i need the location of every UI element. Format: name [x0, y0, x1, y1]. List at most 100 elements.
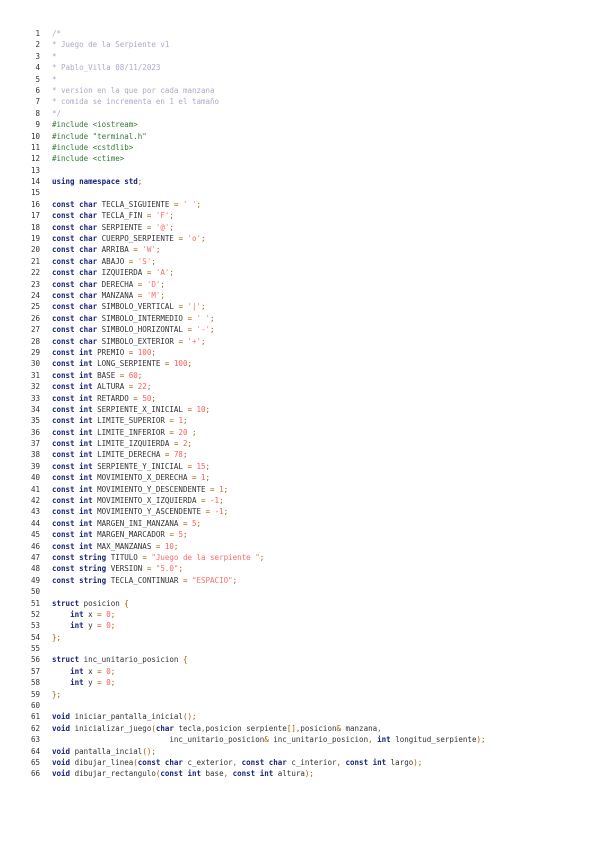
code-text: const int LIMITE_INFERIOR = 20 ;	[52, 427, 197, 438]
code-text: const int MOVIMIENTO_X_IZQUIERDA = -1;	[52, 495, 224, 506]
code-token: ;	[210, 313, 215, 323]
code-token: const int	[52, 382, 98, 392]
code-text: const int MARGEN_INI_MANZANA = 5;	[52, 518, 201, 529]
code-token: =	[182, 518, 192, 528]
line-number: 17	[30, 211, 40, 221]
code-token: const int	[52, 484, 98, 494]
code-token: int	[70, 609, 89, 619]
code-token: MOVIMIENTO_Y_ASCENDENTE	[97, 507, 206, 517]
line-number: 57	[30, 666, 40, 676]
code-token: y	[88, 678, 98, 688]
code-token: =	[146, 222, 156, 232]
code-token: const char	[52, 336, 102, 346]
code-text: const int LIMITE_IZQUIERDA = 2;	[52, 438, 192, 449]
code-token: *	[52, 74, 57, 84]
code-token: const char	[52, 290, 102, 300]
code-text: const int MOVIMIENTO_Y_DESCENDENTE = 1;	[52, 484, 228, 495]
code-line: 7 * comida se incrementa en 1 el tamaño	[0, 96, 599, 107]
code-token: 100	[173, 359, 188, 369]
code-token: const string	[52, 552, 111, 562]
code-line: 37 const int LIMITE_IZQUIERDA = 2;	[0, 438, 599, 449]
code-text: const char TECLA_SIGUIENTE = ' ';	[52, 199, 201, 210]
code-token: =	[173, 199, 183, 209]
code-text: const int MARGEN_MARCADOR = 5;	[52, 529, 187, 540]
code-line: 35 const int LIMITE_SUPERIOR = 1;	[0, 415, 599, 426]
code-token: "Juego de la serpiente "	[151, 552, 260, 562]
code-line: 44 const int MARGEN_INI_MANZANA = 5;	[0, 518, 599, 529]
code-token: const char	[52, 279, 102, 289]
code-text: const int MOVIMIENTO_Y_ASCENDENTE = -1;	[52, 506, 228, 517]
code-token: struct	[52, 598, 84, 608]
code-token: 'F'	[155, 211, 170, 221]
code-line: 9 #include <iostream>	[0, 119, 599, 130]
code-token: base	[205, 769, 224, 779]
code-token: [],	[286, 723, 301, 733]
code-line: 49 const string TECLA_CONTINUAR = "ESPACI…	[0, 575, 599, 586]
code-token: int	[70, 621, 89, 631]
code-text: void dibujar_linea(const char c_exterior…	[52, 757, 422, 768]
code-text: struct posicion {	[52, 598, 129, 609]
code-text: int y = 0;	[52, 620, 115, 631]
code-line: 1 /*	[0, 28, 599, 39]
code-token: MARGEN_MARCADOR	[97, 530, 170, 540]
code-text: struct inc_unitario_posicion {	[52, 654, 187, 665]
code-token: 'S'	[137, 256, 152, 266]
code-token: const char	[52, 302, 102, 312]
code-token: ;	[201, 336, 206, 346]
line-number: 49	[30, 575, 40, 585]
code-text: #include "terminal.h"	[52, 131, 147, 142]
code-line: 60	[0, 700, 599, 711]
code-token: 'M'	[146, 290, 161, 300]
code-line: 4 * Pablo_Villa 08/11/2023	[0, 62, 599, 73]
code-text: */	[52, 108, 61, 119]
code-token: MOVIMIENTO_X_DERECHA	[97, 473, 192, 483]
code-line: 8 */	[0, 108, 599, 119]
code-token: const int	[52, 393, 98, 403]
code-token: largo	[390, 758, 414, 767]
code-token: const int	[52, 416, 98, 426]
code-token: 10	[164, 541, 174, 551]
code-token: =	[133, 393, 143, 403]
code-line: 2 * Juego de la Serpiente v1	[0, 39, 599, 50]
code-token: TECLA_CONTINUAR	[110, 575, 183, 585]
code-text: const char IZQUIERDA = 'A';	[52, 267, 174, 278]
code-text: const char ABAJO = 'S';	[52, 256, 156, 267]
code-text: using namespace std;	[52, 176, 142, 187]
code-text: #include <cstdlib>	[52, 142, 133, 153]
line-number: 16	[30, 199, 40, 209]
code-token: 22	[137, 382, 147, 392]
code-token: =	[191, 473, 202, 483]
code-text: int x = 0;	[52, 666, 115, 677]
code-line: 57 int x = 0;	[0, 666, 599, 677]
code-line: 56 struct inc_unitario_posicion {	[0, 654, 599, 665]
line-number: 40	[30, 473, 40, 483]
code-token: '|'	[187, 302, 202, 312]
code-token: ;	[151, 256, 156, 266]
code-token: ;	[191, 427, 197, 437]
code-token: ;	[196, 518, 202, 528]
code-line: 46 const int MAX_MANZANAS = 10;	[0, 541, 599, 552]
code-line: 3 *	[0, 51, 599, 62]
code-token: ;	[187, 439, 192, 449]
code-token: "5.0"	[155, 564, 179, 574]
code-text: #include <ctime>	[52, 153, 124, 164]
line-number: 22	[30, 268, 40, 278]
code-token: ;	[196, 199, 202, 209]
code-line: 21 const char ABAJO = 'S';	[0, 256, 599, 267]
code-line: 29 const int PREMIO = 100;	[0, 347, 599, 358]
code-text: const char ARRIBA = 'W';	[52, 244, 160, 255]
code-line: 18 const char SERPIENTE = '@';	[0, 222, 599, 233]
code-line: 34 const int SERPIENTE_X_INICIAL = 10;	[0, 404, 599, 415]
line-number: 21	[30, 256, 40, 266]
code-token: SIMBOLO_EXTERIOR	[101, 336, 179, 346]
line-number: 61	[30, 712, 40, 722]
code-token: const int	[52, 439, 98, 449]
code-token: x	[88, 609, 98, 619]
code-token: '@'	[155, 222, 170, 232]
code-token: ;	[187, 359, 192, 369]
line-number: 15	[30, 188, 40, 198]
code-text: const int ALTURA = 22;	[52, 381, 151, 392]
code-text: inc_unitario_posicion& inc_unitario_posi…	[52, 734, 485, 745]
code-token: manzana	[345, 723, 378, 733]
